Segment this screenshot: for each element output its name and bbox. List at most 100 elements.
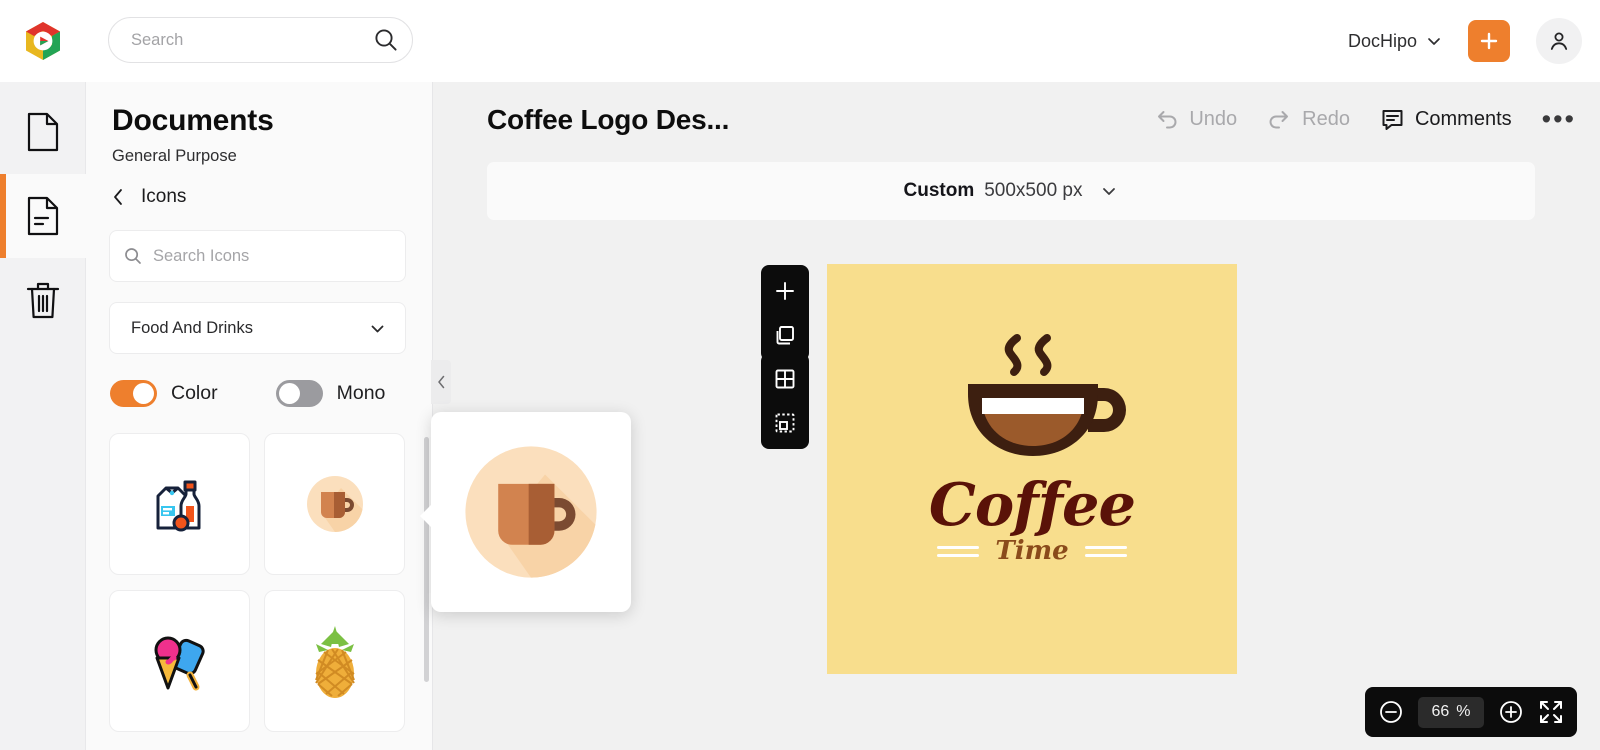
design-canvas[interactable]: Coffee Time bbox=[827, 264, 1237, 674]
grid-layout-icon bbox=[775, 369, 795, 389]
chevron-left-icon bbox=[114, 189, 122, 205]
sidebar-item-my-documents[interactable] bbox=[0, 174, 86, 258]
ice-cream-icon bbox=[154, 636, 205, 691]
breadcrumb-back[interactable]: Icons bbox=[112, 186, 432, 208]
page-tools-primary bbox=[761, 265, 809, 361]
collapse-panel-tab[interactable] bbox=[431, 360, 451, 404]
chevron-down-icon bbox=[1428, 38, 1440, 45]
pineapple-icon bbox=[314, 626, 355, 698]
chevron-left-icon bbox=[437, 375, 444, 389]
style-toggles: Color Mono bbox=[110, 380, 432, 407]
top-bar: DocHipo bbox=[0, 0, 1600, 82]
document-blank-icon bbox=[27, 112, 59, 152]
create-new-button[interactable] bbox=[1468, 20, 1510, 62]
search-icon bbox=[125, 248, 141, 264]
icon-search-field[interactable] bbox=[109, 230, 406, 282]
toggle-mono[interactable]: Mono bbox=[275, 380, 386, 407]
icon-card-coffee-mug[interactable] bbox=[264, 433, 405, 575]
canvas-wrapper: Coffee Time bbox=[827, 264, 1237, 674]
milk-and-bottle-icon bbox=[156, 480, 200, 532]
redo-button[interactable]: Redo bbox=[1267, 107, 1350, 132]
add-page-button[interactable] bbox=[768, 274, 802, 308]
copy-pages-icon bbox=[776, 326, 794, 345]
dochipo-logo-icon[interactable] bbox=[22, 20, 64, 62]
logo-artwork[interactable]: Coffee Time bbox=[827, 316, 1237, 564]
top-bar-right: DocHipo bbox=[1344, 0, 1582, 82]
workspace-label: DocHipo bbox=[1347, 30, 1417, 51]
crop-marquee-icon bbox=[775, 413, 795, 433]
switch-knob bbox=[133, 383, 154, 404]
panel-scrollbar[interactable] bbox=[424, 437, 429, 682]
icon-preview-popup bbox=[420, 412, 631, 612]
icon-category-select[interactable]: Food And Drinks bbox=[109, 302, 406, 354]
undo-button[interactable]: Undo bbox=[1154, 107, 1237, 132]
more-horizontal-icon: ••• bbox=[1541, 104, 1576, 134]
undo-arrow-icon bbox=[1158, 111, 1177, 129]
fullscreen-button[interactable] bbox=[1538, 699, 1564, 725]
document-title[interactable]: Coffee Logo Des... bbox=[487, 104, 729, 136]
minus-circle-icon bbox=[1380, 701, 1402, 723]
size-dimensions-label: 500x500 px bbox=[984, 180, 1083, 201]
zoom-controls: 66 % bbox=[1365, 687, 1577, 737]
workspace-selector[interactable]: DocHipo bbox=[1344, 25, 1446, 58]
redo-label: Redo bbox=[1302, 108, 1350, 130]
editor-actions: Undo Redo Comments ••• bbox=[1124, 106, 1576, 133]
search-input[interactable] bbox=[109, 18, 360, 62]
toggle-color[interactable]: Color bbox=[110, 380, 218, 407]
size-kind-label: Custom bbox=[903, 180, 975, 201]
plus-icon bbox=[776, 282, 794, 300]
redo-arrow-icon bbox=[1269, 111, 1289, 129]
sidebar-item-trash[interactable] bbox=[0, 258, 86, 342]
icon-card-milk-and-bottle[interactable] bbox=[109, 433, 250, 575]
icon-card-ice-cream[interactable] bbox=[109, 590, 250, 732]
switch-knob bbox=[278, 383, 300, 404]
toggle-color-label: Color bbox=[171, 382, 218, 404]
breadcrumb-label: Icons bbox=[141, 186, 187, 207]
document-lines-icon bbox=[27, 196, 59, 236]
toggle-mono-label: Mono bbox=[336, 382, 386, 404]
color-switch[interactable] bbox=[110, 380, 157, 407]
page-tools-secondary bbox=[761, 353, 809, 449]
zoom-in-button[interactable] bbox=[1498, 699, 1524, 725]
coffee-mug-icon bbox=[306, 476, 363, 532]
undo-label: Undo bbox=[1189, 108, 1238, 130]
plus-circle-icon bbox=[1500, 701, 1522, 723]
trash-icon bbox=[26, 282, 60, 319]
zoom-value: 66 bbox=[1431, 703, 1450, 720]
comments-button[interactable]: Comments bbox=[1380, 107, 1512, 132]
mono-switch[interactable] bbox=[275, 380, 323, 407]
panel-subtitle: General Purpose bbox=[112, 147, 237, 165]
divider-left bbox=[937, 545, 980, 557]
icon-category-label: Food And Drinks bbox=[131, 318, 253, 337]
canvas-size-selector[interactable]: Custom 500x500 px bbox=[487, 162, 1535, 220]
panel-title: Documents bbox=[112, 104, 274, 137]
app-root: DocHipo bbox=[0, 0, 1600, 750]
comments-label: Comments bbox=[1414, 108, 1512, 130]
sidebar-item-templates[interactable] bbox=[0, 90, 86, 174]
user-avatar-icon bbox=[1550, 32, 1568, 50]
fullscreen-expand-icon bbox=[1540, 701, 1562, 723]
icons-panel: Documents General Purpose Icons Food And… bbox=[86, 82, 433, 750]
search-icons-input[interactable] bbox=[153, 246, 391, 266]
logo-subline: Time bbox=[995, 536, 1069, 566]
chevron-down-icon bbox=[1103, 188, 1116, 195]
coffee-cup-with-steam-icon bbox=[968, 334, 1126, 456]
account-avatar-button[interactable] bbox=[1536, 18, 1582, 64]
zoom-level-field[interactable]: 66 % bbox=[1418, 696, 1484, 728]
icon-card-pineapple[interactable] bbox=[264, 590, 405, 732]
coffee-mug-icon-preview bbox=[465, 446, 597, 578]
left-rail bbox=[0, 82, 86, 750]
icon-results-grid bbox=[109, 433, 419, 732]
logo-subline-row: Time bbox=[937, 536, 1127, 566]
crop-selection-button[interactable] bbox=[768, 406, 802, 440]
search-icon[interactable] bbox=[360, 27, 412, 53]
duplicate-page-button[interactable] bbox=[768, 318, 802, 352]
chevron-down-icon bbox=[371, 325, 384, 332]
more-options-button[interactable]: ••• bbox=[1542, 106, 1576, 133]
plus-icon bbox=[1480, 32, 1498, 50]
grid-view-button[interactable] bbox=[768, 362, 802, 396]
comment-bubble-icon bbox=[1382, 110, 1403, 130]
logo-headline: Coffee bbox=[928, 470, 1136, 539]
zoom-out-button[interactable] bbox=[1378, 699, 1404, 725]
global-search[interactable] bbox=[108, 17, 413, 63]
